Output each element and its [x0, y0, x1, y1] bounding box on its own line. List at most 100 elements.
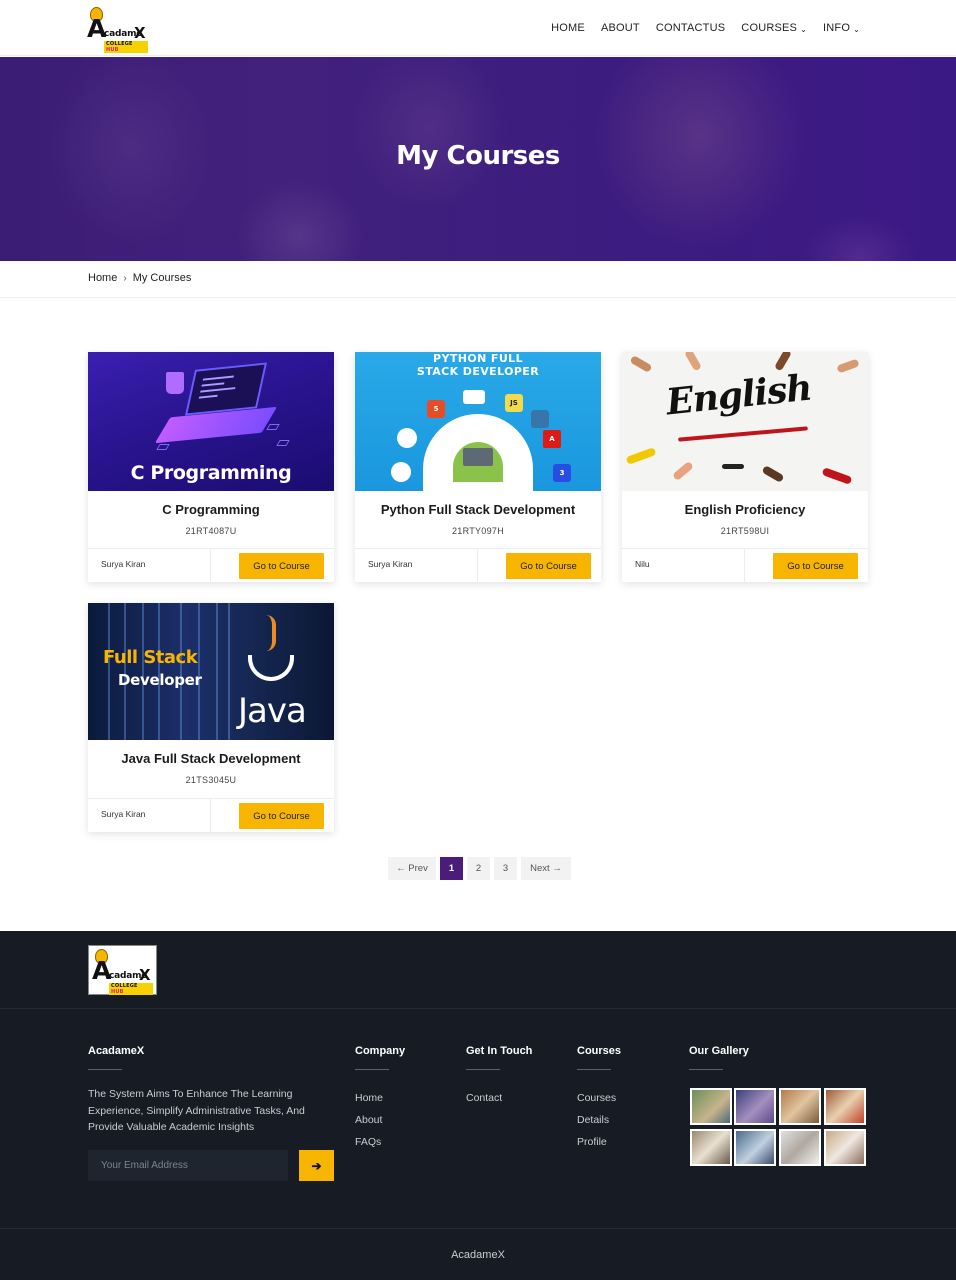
- java-wordmark: Java: [238, 691, 307, 731]
- footer-divider: [744, 549, 745, 583]
- java-cup-icon: [248, 655, 294, 681]
- hand-shape: [684, 352, 702, 372]
- breadcrumb-home[interactable]: Home: [88, 272, 117, 284]
- gallery-image[interactable]: [779, 1088, 821, 1125]
- breadcrumb: Home › My Courses: [88, 272, 191, 284]
- course-thumbnail[interactable]: English: [622, 352, 868, 491]
- newsletter-email-input[interactable]: [88, 1150, 288, 1181]
- nav-contactus-label: CONTACTUS: [655, 22, 726, 34]
- logo-tagline-b: HUB: [111, 989, 124, 995]
- gallery-image[interactable]: [734, 1088, 776, 1125]
- course-card: PYTHON FULL STACK DEVELOPER 5 JS A 3 Pyth…: [355, 352, 601, 583]
- card-footer: Surya Kiran Go to Course: [88, 548, 334, 583]
- thumbnail-label: English: [664, 366, 814, 424]
- page-2-button[interactable]: 2: [467, 857, 490, 880]
- nav-contactus[interactable]: CONTACTUS: [656, 22, 725, 34]
- javascript-icon: JS: [505, 394, 523, 412]
- thumbnail-heading-line-2: STACK DEVELOPER: [416, 365, 540, 378]
- copyright-text: AcadameX: [451, 1249, 505, 1261]
- laptop-icon: [463, 448, 493, 466]
- jquery-icon: [391, 462, 411, 482]
- footer-link-details[interactable]: Details: [577, 1114, 609, 1126]
- gallery-image[interactable]: [690, 1129, 732, 1166]
- chevron-down-icon: ⌄: [800, 24, 808, 34]
- course-instructor: Nilu: [635, 559, 650, 569]
- course-title[interactable]: Java Full Stack Development: [88, 751, 334, 766]
- footer-divider: [0, 1008, 956, 1009]
- brand-logo[interactable]: A cadame X COLLEGE HUB: [86, 6, 148, 53]
- gallery-image[interactable]: [779, 1129, 821, 1166]
- go-to-course-button[interactable]: Go to Course: [239, 553, 324, 579]
- nav-info-label: INFO: [823, 22, 851, 34]
- thumbnail-label: Full Stack: [103, 647, 198, 668]
- page-title: My Courses: [396, 141, 560, 171]
- course-card: English English Proficiency 21RT598UI Ni…: [622, 352, 868, 583]
- footer-gallery-title: Our Gallery: [689, 1045, 749, 1057]
- course-thumbnail[interactable]: C Programming: [88, 352, 334, 491]
- gallery-image[interactable]: [824, 1088, 866, 1125]
- logo-tagline: COLLEGE HUB: [109, 983, 153, 995]
- go-to-course-button[interactable]: Go to Course: [506, 553, 591, 579]
- next-page-button[interactable]: Next →: [521, 857, 571, 880]
- nav-info[interactable]: INFO ⌄: [823, 22, 860, 34]
- nav-courses[interactable]: COURSES ⌄: [741, 22, 807, 34]
- go-to-course-button[interactable]: Go to Course: [773, 553, 858, 579]
- arrow-right-icon[interactable]: ➔: [299, 1150, 334, 1181]
- breadcrumb-divider: [0, 297, 956, 298]
- page-3-button[interactable]: 3: [494, 857, 517, 880]
- footer-link-home[interactable]: Home: [355, 1092, 383, 1104]
- nav-courses-label: COURSES: [741, 22, 798, 34]
- gallery-image[interactable]: [690, 1088, 732, 1125]
- gallery-image[interactable]: [734, 1129, 776, 1166]
- underline-shape: [678, 426, 808, 442]
- laptop-icon: [184, 362, 268, 416]
- course-thumbnail[interactable]: PYTHON FULL STACK DEVELOPER 5 JS A 3: [355, 352, 601, 491]
- course-title[interactable]: C Programming: [88, 502, 334, 517]
- course-code: 21RTY097H: [451, 526, 505, 536]
- course-card: C Programming C Programming 21RT4087U Su…: [88, 352, 334, 583]
- html5-icon: 5: [427, 400, 445, 418]
- course-code: 21TS3045U: [185, 775, 237, 785]
- card-footer: Surya Kiran Go to Course: [355, 548, 601, 583]
- nav-home[interactable]: HOME: [551, 22, 585, 34]
- hand-shape: [836, 358, 860, 374]
- footer-link-faqs[interactable]: FAQs: [355, 1136, 381, 1148]
- hand-shape: [629, 355, 653, 373]
- page-1-button[interactable]: 1: [440, 857, 463, 880]
- course-thumbnail[interactable]: Full Stack Developer Java: [88, 603, 334, 740]
- site-header: A cadame X COLLEGE HUB HOME ABOUT CONTAC…: [0, 0, 956, 56]
- course-title[interactable]: English Proficiency: [622, 502, 868, 517]
- footer-link-about[interactable]: About: [355, 1114, 382, 1126]
- card-footer: Surya Kiran Go to Course: [88, 798, 334, 833]
- logo-final: X: [139, 966, 151, 984]
- title-underline: [689, 1069, 723, 1070]
- title-underline: [577, 1069, 611, 1070]
- prev-page-button[interactable]: ← Prev: [388, 857, 436, 880]
- footer-link-profile[interactable]: Profile: [577, 1136, 607, 1148]
- nav-about-label: ABOUT: [600, 22, 640, 34]
- footer-divider: [210, 799, 211, 833]
- go-to-course-button[interactable]: Go to Course: [239, 803, 324, 829]
- hand-shape: [761, 465, 785, 483]
- main-nav: HOME ABOUT CONTACTUS COURSES ⌄ INFO ⌄: [551, 0, 860, 56]
- footer-logo[interactable]: A cadame X COLLEGE HUB: [88, 945, 157, 995]
- logo-tagline: COLLEGE HUB: [104, 41, 148, 53]
- sleeve-shape: [821, 467, 853, 485]
- mysql-icon: [463, 390, 485, 404]
- pagination: ← Prev 1 2 3 Next →: [388, 857, 571, 880]
- nav-about[interactable]: ABOUT: [601, 22, 640, 34]
- css3-icon: 3: [553, 464, 571, 482]
- course-instructor: Surya Kiran: [101, 559, 146, 569]
- footer-link-contact[interactable]: Contact: [466, 1092, 502, 1104]
- course-code: 21RT598UI: [720, 526, 770, 536]
- footer-link-courses[interactable]: Courses: [577, 1092, 616, 1104]
- thumbnail-sublabel: Developer: [118, 671, 202, 689]
- footer-touch-title: Get In Touch: [466, 1045, 533, 1057]
- chevron-down-icon: ⌄: [853, 24, 860, 34]
- footer-divider: [210, 549, 211, 583]
- course-title[interactable]: Python Full Stack Development: [355, 502, 601, 517]
- thumbnail-heading: PYTHON FULL STACK DEVELOPER: [355, 352, 601, 378]
- footer-about-title: AcadameX: [88, 1045, 145, 1057]
- gallery-image[interactable]: [824, 1129, 866, 1166]
- cup-icon: [166, 372, 184, 394]
